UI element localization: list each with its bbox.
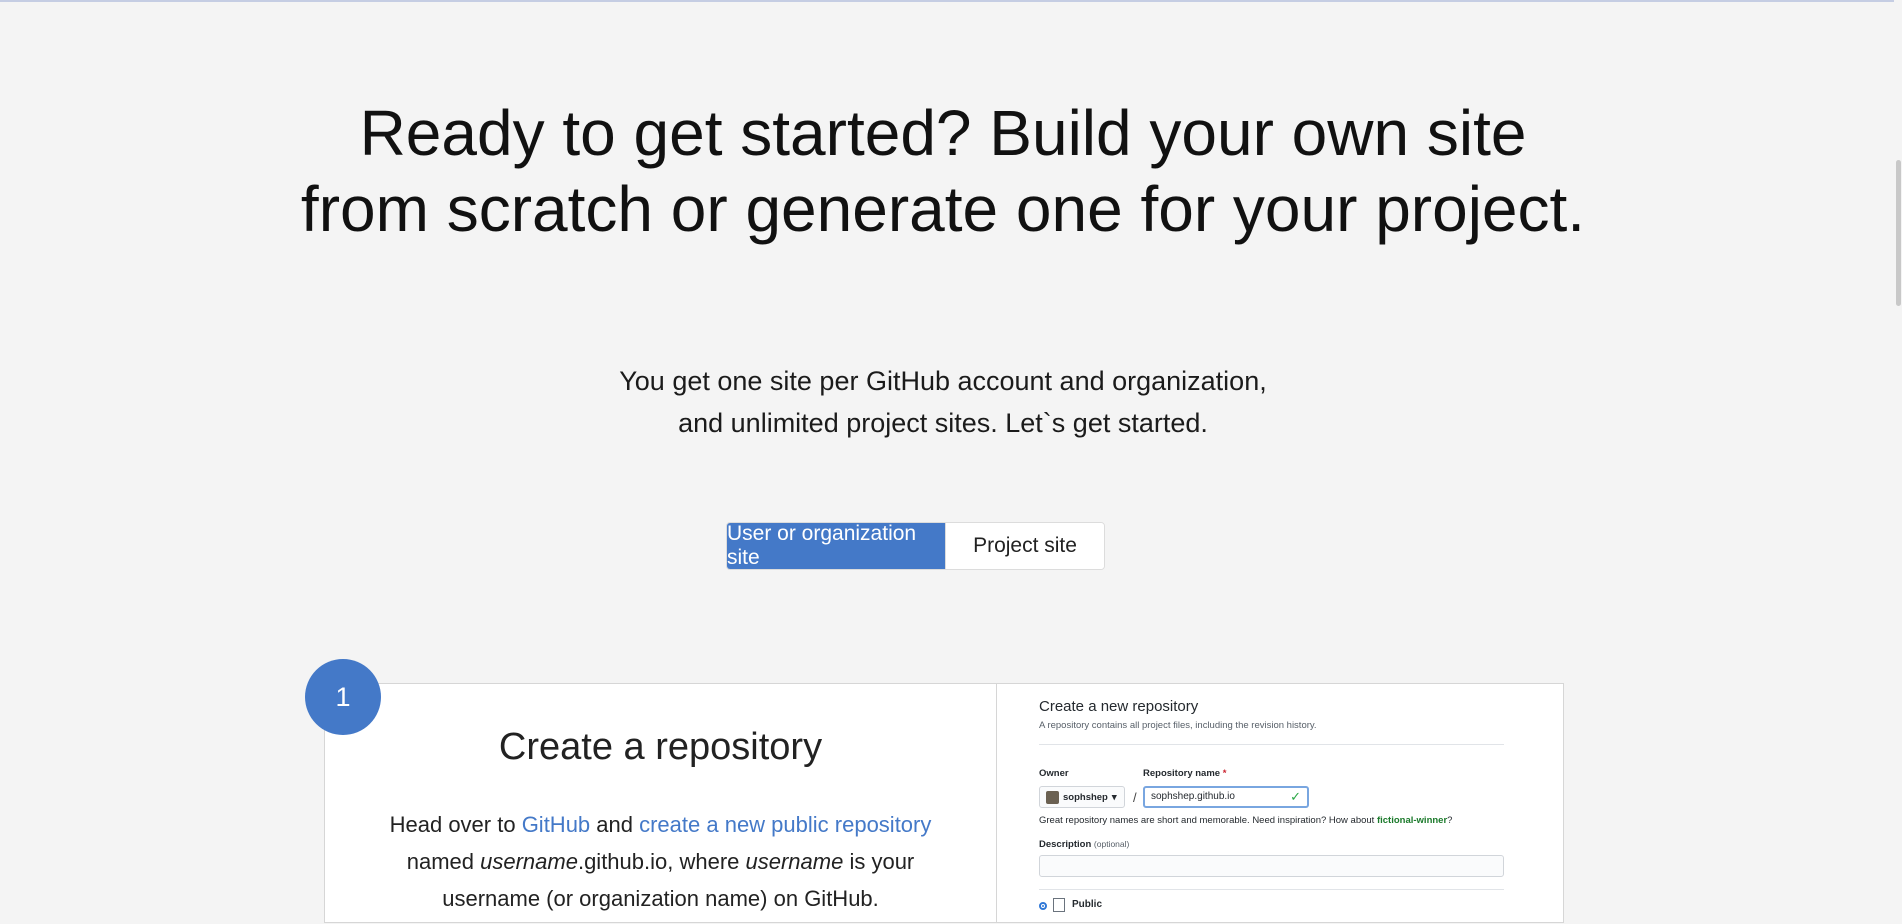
caret-down-icon: ▾ xyxy=(1111,791,1117,803)
user-org-site-tab[interactable]: User or organization site xyxy=(727,523,945,569)
mock-title: Create a new repository xyxy=(1039,698,1199,715)
description-label: Description (optional) xyxy=(1039,839,1129,850)
hint-text-end: ? xyxy=(1447,815,1453,826)
step-description: Head over to GitHub and create a new pub… xyxy=(365,806,956,917)
create-repo-link[interactable]: create a new public repository xyxy=(639,812,931,837)
hero-subtitle-line1: You get one site per GitHub account and … xyxy=(619,366,1267,396)
github-link[interactable]: GitHub xyxy=(522,812,590,837)
optional-tag: (optional) xyxy=(1093,839,1130,849)
public-radio[interactable] xyxy=(1039,902,1047,910)
mock-subtitle: A repository contains all project files,… xyxy=(1039,720,1317,731)
github-new-repo-screenshot: Create a new repository A repository con… xyxy=(1039,684,1519,924)
desc-username: username xyxy=(480,849,578,874)
desc-text: named xyxy=(406,849,481,874)
step-number-badge: 1 xyxy=(305,659,381,735)
check-icon: ✓ xyxy=(1290,789,1301,804)
desc-text: .github.io, where xyxy=(577,849,746,874)
description-input[interactable] xyxy=(1039,855,1504,877)
scrollbar-thumb[interactable] xyxy=(1896,160,1901,306)
hero-subtitle: You get one site per GitHub account and … xyxy=(500,360,1386,444)
name-suggestion: fictional-winner xyxy=(1376,815,1448,826)
mock-divider-2 xyxy=(1039,889,1504,890)
desc-text: and xyxy=(590,812,640,837)
owner-value: sophshep xyxy=(1063,791,1108,803)
repo-name-hint: Great repository names are short and mem… xyxy=(1039,815,1452,826)
top-rule xyxy=(0,0,1902,2)
description-label-text: Description xyxy=(1039,839,1092,850)
avatar xyxy=(1046,790,1059,804)
desc-username: username xyxy=(745,849,844,874)
repo-name-value: sophshep.github.io xyxy=(1151,791,1235,802)
page-title: Ready to get started? Build your own sit… xyxy=(300,97,1586,245)
hero-subtitle-line2: and unlimited project sites. Let`s get s… xyxy=(678,408,1208,438)
repo-name-label: Repository name * xyxy=(1143,768,1226,779)
desc-text: Head over to xyxy=(389,812,522,837)
project-site-tab[interactable]: Project site xyxy=(945,523,1104,569)
required-mark: * xyxy=(1222,768,1227,779)
scrollbar[interactable] xyxy=(1894,0,1902,913)
step-title: Create a repository xyxy=(498,726,823,768)
site-type-toggle: User or organization site Project site xyxy=(726,522,1105,570)
owner-select[interactable]: sophshep ▾ xyxy=(1039,786,1125,808)
desc-text: is your xyxy=(843,849,915,874)
hint-text: Great repository names are short and mem… xyxy=(1039,815,1377,826)
repo-book-icon xyxy=(1053,898,1065,912)
owner-label: Owner xyxy=(1039,768,1069,779)
step-card: Create a repository Head over to GitHub … xyxy=(324,683,1564,923)
owner-repo-separator: / xyxy=(1133,790,1137,805)
public-label: Public xyxy=(1072,899,1103,910)
repo-name-input[interactable]: sophshep.github.io ✓ xyxy=(1143,786,1309,808)
mock-divider xyxy=(1039,744,1504,745)
card-divider xyxy=(996,684,997,922)
repo-name-label-text: Repository name xyxy=(1143,768,1221,779)
desc-text: username (or organization name) on GitHu… xyxy=(442,886,879,911)
